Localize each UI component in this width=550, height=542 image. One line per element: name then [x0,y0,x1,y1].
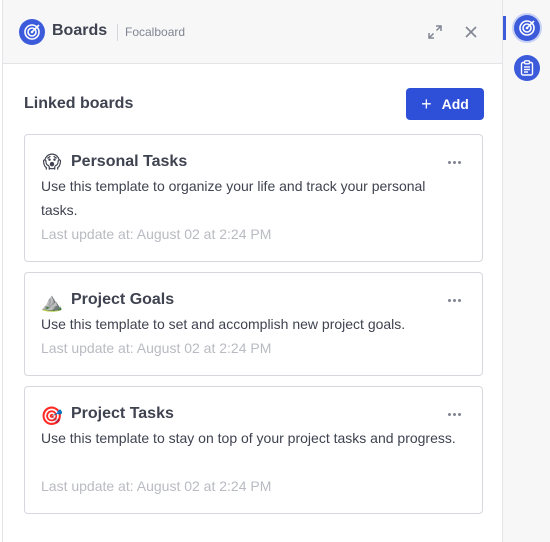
linked-boards-title: Linked boards [24,95,134,112]
card-last-updated: Last update at: August 02 at 2:24 PM [41,340,272,356]
plus-icon: + [421,94,432,114]
card-emoji-icon: 😱 [42,151,62,172]
card-title: Project Tasks [71,405,174,422]
card-last-updated: Last update at: August 02 at 2:24 PM [41,478,272,494]
more-options-icon[interactable] [444,294,464,306]
header-divider [117,24,118,41]
card-description: Use this template to set and accomplish … [41,316,406,332]
card-title: Personal Tasks [71,153,188,170]
panel-title: Boards [52,22,108,39]
right-app-rail [503,0,550,542]
focalboard-logo-icon [19,19,45,45]
close-icon[interactable] [459,20,483,44]
focalboard-icon[interactable] [514,15,540,41]
more-options-icon[interactable] [444,156,464,168]
card-title: Project Goals [71,291,175,308]
add-button-label: Add [441,96,469,112]
card-description: Use this template to organize your life … [41,178,426,218]
panel-header: Boards Focalboard [3,0,502,64]
board-card-project-tasks[interactable]: 🎯 Project Tasks Use this template to sta… [24,386,483,514]
rail-active-indicator [503,16,506,40]
card-description: Use this template to stay on top of your… [41,430,456,446]
board-card-project-goals[interactable]: ⛰️ Project Goals Use this template to se… [24,272,483,376]
board-card-personal-tasks[interactable]: 😱 Personal Tasks Use this template to or… [24,134,483,262]
clipboard-icon[interactable] [514,55,540,81]
panel-subtitle: Focalboard [125,25,186,39]
card-emoji-icon: 🎯 [40,405,64,426]
card-last-updated: Last update at: August 02 at 2:24 PM [41,226,272,242]
card-emoji-icon: ⛰️ [40,291,64,312]
more-options-icon[interactable] [444,408,464,420]
expand-icon[interactable] [423,20,447,44]
add-board-button[interactable]: + Add [406,88,484,120]
boards-panel: Boards Focalboard Linked boards + Add 😱 … [2,0,503,542]
